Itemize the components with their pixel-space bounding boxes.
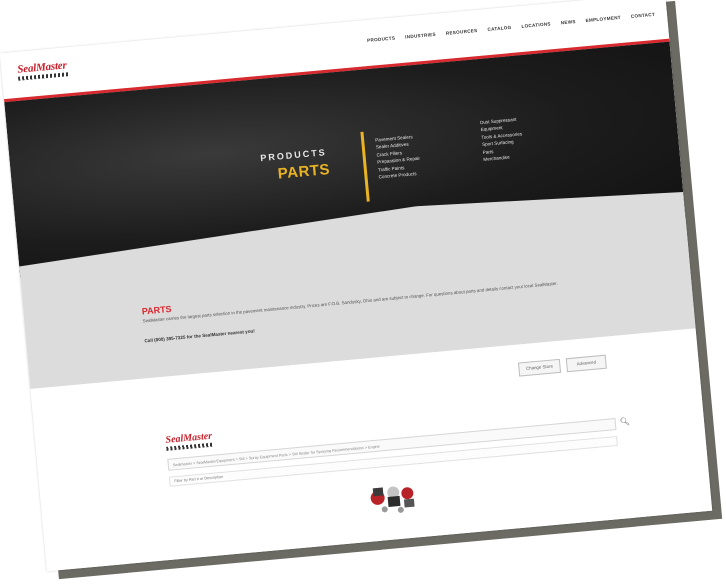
nav-item-industries[interactable]: INDUSTRIES — [405, 32, 436, 40]
search-icon[interactable]: 🔍︎ — [619, 417, 630, 428]
main-nav: PRODUCTS INDUSTRIES RESOURCES CATALOG LO… — [367, 12, 655, 43]
hero-menu-right: Dust Suppressant Equipment Tools & Acces… — [480, 115, 525, 163]
hero-title: PARTS — [277, 160, 331, 183]
nav-item-locations[interactable]: LOCATIONS — [521, 21, 551, 29]
nav-item-resources[interactable]: RESOURCES — [446, 28, 478, 36]
intro-paragraph: SealMaster carries the largest parts sel… — [142, 280, 558, 324]
call-to-action[interactable]: Call (800) 395-7325 for the SealMaster n… — [144, 328, 255, 343]
hero-divider — [360, 131, 370, 202]
sealmaster-logo[interactable]: SealMaster — [17, 59, 71, 81]
nav-item-products[interactable]: PRODUCTS — [367, 35, 396, 43]
browser-page: SealMaster PRODUCTS INDUSTRIES RESOURCES… — [0, 0, 713, 572]
product-image[interactable] — [361, 472, 422, 522]
hero-menu-left: Pavement Sealers Sealer Additives Crack … — [375, 133, 422, 181]
hero-eyebrow: PRODUCTS — [259, 147, 328, 164]
advanced-button[interactable]: Advanced — [565, 354, 607, 373]
nav-item-contact[interactable]: CONTACT — [631, 12, 656, 19]
section-title: PARTS — [141, 303, 172, 317]
nav-item-news[interactable]: NEWS — [561, 19, 576, 25]
nav-item-employment[interactable]: EMPLOYMENT — [585, 15, 621, 23]
change-store-button[interactable]: Change Store — [517, 358, 562, 377]
nav-item-catalog[interactable]: CATALOG — [487, 25, 511, 32]
catalog-logo: SealMaster — [165, 431, 213, 451]
